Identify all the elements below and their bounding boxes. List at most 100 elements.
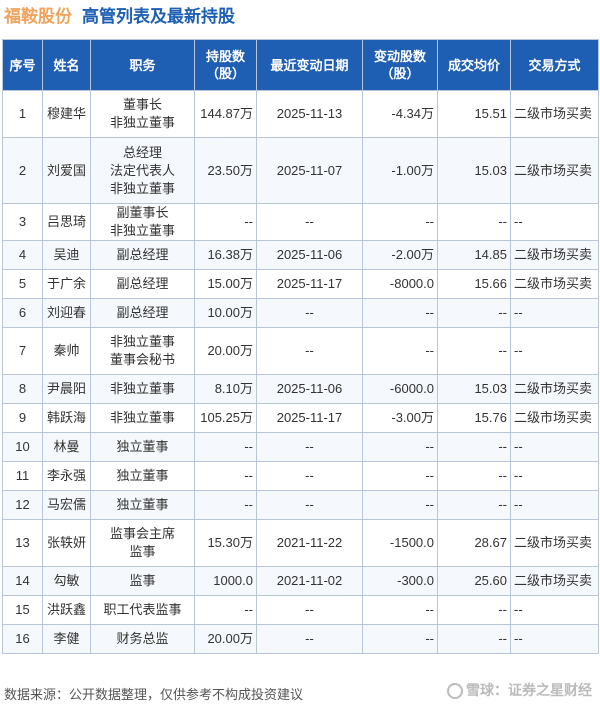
snowball-logo-icon: [447, 683, 463, 699]
header-shares: 持股数 （股）: [194, 39, 257, 91]
cell-shares: --: [194, 461, 257, 491]
cell-price: --: [437, 327, 511, 375]
cell-role: 董事长 非独立董事: [90, 90, 195, 138]
cell-method: 二级市场买卖: [510, 374, 599, 404]
cell-name: 秦帅: [42, 327, 91, 375]
cell-date: 2021-11-22: [256, 519, 363, 567]
role-line: 非独立董事: [109, 223, 175, 238]
cell-no: 14: [2, 566, 43, 596]
cell-method: --: [510, 298, 599, 328]
cell-no: 6: [2, 298, 43, 328]
cell-name: 尹晨阳: [42, 374, 91, 404]
cell-shares: --: [194, 490, 257, 520]
header-name: 姓名: [42, 39, 91, 91]
data-source-note: 数据来源：公开数据整理，仅供参考不构成投资建议: [4, 687, 304, 702]
cell-method: --: [510, 327, 599, 375]
table-row: 16 李健 财务总监 20.00万 -- -- -- --: [2, 624, 599, 654]
cell-no: 9: [2, 403, 43, 433]
cell-price: 15.03: [437, 137, 511, 204]
role-line: 财务总监: [116, 631, 169, 646]
cell-name: 马宏儒: [42, 490, 91, 520]
cell-name: 吴迪: [42, 240, 91, 270]
role-line: 非独立董事: [109, 381, 175, 396]
cell-name: 李健: [42, 624, 91, 654]
table-row: 15 洪跃鑫 职工代表监事 -- -- -- -- --: [2, 595, 599, 625]
cell-role: 副总经理: [90, 298, 195, 328]
role-line: 监事会主席: [109, 526, 175, 541]
cell-no: 11: [2, 461, 43, 491]
role-line: 监事: [129, 573, 156, 588]
cell-price: 15.03: [437, 374, 511, 404]
cell-no: 1: [2, 90, 43, 138]
cell-name: 韩跃海: [42, 403, 91, 433]
cell-method: 二级市场买卖: [510, 566, 599, 596]
table-row: 9 韩跃海 非独立董事 105.25万 2025-11-17 -3.00万 15.76 二级市…: [2, 403, 599, 433]
cell-method: --: [510, 203, 599, 241]
cell-price: 15.51: [437, 90, 511, 138]
cell-change: -1500.0: [362, 519, 438, 567]
cell-change: -3.00万: [362, 403, 438, 433]
role-line: 监事: [129, 544, 156, 559]
cell-date: 2025-11-17: [256, 269, 363, 299]
cell-date: --: [256, 624, 363, 654]
cell-shares: 20.00万: [194, 624, 257, 654]
cell-name: 于广余: [42, 269, 91, 299]
cell-shares: 20.00万: [194, 327, 257, 375]
cell-role: 非独立董事: [90, 403, 195, 433]
cell-no: 12: [2, 490, 43, 520]
cell-role: 总经理法定代表人非独立董事: [90, 137, 195, 204]
cell-date: 2025-11-17: [256, 403, 363, 433]
cell-price: --: [437, 298, 511, 328]
role-line: 法定代表人: [109, 162, 175, 178]
cell-date: --: [256, 298, 363, 328]
cell-role: 独立董事: [90, 490, 195, 520]
cell-change: --: [362, 624, 438, 654]
cell-date: 2025-11-13: [256, 90, 363, 138]
cell-date: 2025-11-06: [256, 374, 363, 404]
cell-no: 2: [2, 137, 43, 204]
cell-change: --: [362, 432, 438, 462]
cell-price: --: [437, 461, 511, 491]
cell-date: --: [256, 203, 363, 241]
table-row: 11 李永强 独立董事 -- -- -- -- --: [2, 461, 599, 491]
header-no: 序号: [2, 39, 43, 91]
cell-role: 监事: [90, 566, 195, 596]
cell-date: --: [256, 327, 363, 375]
brand-text: 雪球：证券之星财经: [466, 682, 592, 698]
role-line: 非独立董事: [109, 334, 175, 349]
role-line: 董事会秘书: [109, 352, 175, 367]
cell-price: 25.60: [437, 566, 511, 596]
cell-change: -300.0: [362, 566, 438, 596]
cell-no: 5: [2, 269, 43, 299]
cell-price: 14.85: [437, 240, 511, 270]
cell-price: --: [437, 624, 511, 654]
cell-shares: --: [194, 203, 257, 241]
cell-role: 监事会主席 监事: [90, 519, 195, 567]
brand-watermark: 雪球：证券之星财经: [447, 680, 592, 700]
cell-method: 二级市场买卖: [510, 137, 599, 204]
cell-change: -4.34万: [362, 90, 438, 138]
cell-shares: 15.30万: [194, 519, 257, 567]
table-subtitle: 高管列表及最新持股: [82, 7, 235, 26]
cell-price: --: [437, 432, 511, 462]
cell-change: -8000.0: [362, 269, 438, 299]
cell-name: 李永强: [42, 461, 91, 491]
cell-no: 13: [2, 519, 43, 567]
role-line: 非独立董事: [109, 180, 175, 196]
cell-method: --: [510, 490, 599, 520]
cell-name: 张轶妍: [42, 519, 91, 567]
company-name: 福鞍股份: [4, 7, 72, 26]
cell-method: 二级市场买卖: [510, 240, 599, 270]
header-date: 最近变动日期: [256, 39, 363, 91]
cell-date: --: [256, 432, 363, 462]
cell-price: --: [437, 595, 511, 625]
cell-no: 10: [2, 432, 43, 462]
cell-shares: 105.25万: [194, 403, 257, 433]
role-line: 总经理: [122, 144, 162, 160]
cell-price: 15.66: [437, 269, 511, 299]
cell-method: --: [510, 432, 599, 462]
cell-change: -6000.0: [362, 374, 438, 404]
cell-change: -1.00万: [362, 137, 438, 204]
header-method: 交易方式: [510, 39, 599, 91]
cell-shares: 23.50万: [194, 137, 257, 204]
